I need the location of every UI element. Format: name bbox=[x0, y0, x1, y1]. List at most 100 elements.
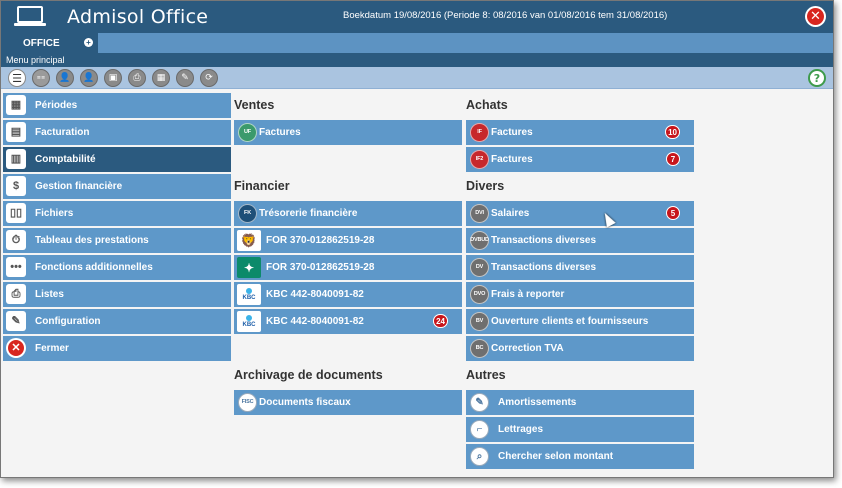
sidebar-item-label: Fermer bbox=[35, 343, 69, 354]
user-manage-icon[interactable]: 👤 bbox=[80, 69, 98, 87]
sidebar-item-fermer[interactable]: ✕ Fermer bbox=[3, 336, 231, 361]
journal-code-icon: FISC bbox=[238, 393, 257, 412]
box-icon[interactable]: ▣ bbox=[104, 69, 122, 87]
tab-office[interactable]: OFFICE + bbox=[1, 33, 98, 53]
calculator-icon[interactable]: ▦ bbox=[152, 69, 170, 87]
achats-factures-if2-button[interactable]: IF2 Factures 7 bbox=[466, 147, 694, 172]
period-info: Boekdatum 19/08/2016 (Periode 8: 08/2016… bbox=[343, 10, 668, 21]
section-title-achats: Achats bbox=[466, 98, 508, 112]
calendar-icon: ▦ bbox=[6, 95, 26, 115]
count-badge: 7 bbox=[666, 152, 680, 166]
transactions-diverses-dv-button[interactable]: DV Transactions diverses bbox=[466, 255, 694, 280]
sidebar-item-fichiers[interactable]: ▯▯ Fichiers bbox=[3, 201, 231, 226]
wrench-icon[interactable]: ✎ bbox=[176, 69, 194, 87]
bank-kbc-2-button[interactable]: KBC KBC 442-8040091-82 24 bbox=[234, 309, 462, 334]
chercher-selon-montant-button[interactable]: ⌕ Chercher selon montant bbox=[466, 444, 694, 469]
bank-kbc-button[interactable]: KBC KBC 442-8040091-82 bbox=[234, 282, 462, 307]
button-label: FOR 370-012862519-28 bbox=[266, 262, 375, 273]
bnp-stars-icon: ✦ bbox=[237, 257, 261, 278]
sidebar-item-fonctions-additionnelles[interactable]: ••• Fonctions additionnelles bbox=[3, 255, 231, 280]
salaires-button[interactable]: DVI Salaires 5 bbox=[466, 201, 694, 226]
sidebar-item-label: Configuration bbox=[35, 316, 101, 327]
correction-tva-button[interactable]: BC Correction TVA bbox=[466, 336, 694, 361]
sidebar-item-comptabilite[interactable]: ▥ Comptabilité bbox=[3, 147, 231, 172]
button-label: Factures bbox=[491, 154, 533, 165]
button-label: Transactions diverses bbox=[491, 235, 597, 246]
help-icon[interactable]: ? bbox=[808, 69, 826, 87]
calendar-text-icon[interactable]: ≡≡ bbox=[32, 69, 50, 87]
user-add-icon[interactable]: 👤 bbox=[56, 69, 74, 87]
sidebar-item-configuration[interactable]: ✎ Configuration bbox=[3, 309, 231, 334]
section-title-financier: Financier bbox=[234, 179, 290, 193]
amortissements-button[interactable]: ✎ Amortissements bbox=[466, 390, 694, 415]
finance-icon: $ bbox=[6, 176, 26, 196]
button-label: Correction TVA bbox=[491, 343, 564, 354]
ouverture-clients-fournisseurs-button[interactable]: BV Ouverture clients et fournisseurs bbox=[466, 309, 694, 334]
bank-ing-button[interactable]: 🦁 FOR 370-012862519-28 bbox=[234, 228, 462, 253]
sidebar: ▦ Périodes ▤ Facturation ▥ Comptabilité … bbox=[3, 93, 231, 363]
transactions-diverses-dvbud-button[interactable]: DVBUD Transactions diverses bbox=[466, 228, 694, 253]
button-label: Chercher selon montant bbox=[498, 451, 614, 462]
ventes-factures-button[interactable]: UF Factures bbox=[234, 120, 462, 145]
journal-code-icon: UF bbox=[238, 123, 257, 142]
list-icon[interactable]: ☰ bbox=[8, 69, 26, 87]
invoice-icon: ▤ bbox=[6, 122, 26, 142]
sidebar-item-gestion-financiere[interactable]: $ Gestion financière bbox=[3, 174, 231, 199]
button-label: Trésorerie financière bbox=[259, 208, 358, 219]
tresorerie-financiere-button[interactable]: FK Trésorerie financière bbox=[234, 201, 462, 226]
app-window: Admisol Office Boekdatum 19/08/2016 (Per… bbox=[0, 0, 834, 478]
documents-fiscaux-button[interactable]: FISC Documents fiscaux bbox=[234, 390, 462, 415]
sidebar-item-label: Tableau des prestations bbox=[35, 235, 149, 246]
lettrages-button[interactable]: ⌐ Lettrages bbox=[466, 417, 694, 442]
sidebar-item-label: Comptabilité bbox=[35, 154, 96, 165]
section-title-divers: Divers bbox=[466, 179, 505, 193]
button-label: Ouverture clients et fournisseurs bbox=[491, 316, 649, 327]
button-label: Salaires bbox=[491, 208, 530, 219]
wrench-icon: ✎ bbox=[6, 311, 26, 331]
tab-bar: OFFICE + bbox=[1, 33, 833, 53]
sidebar-item-listes[interactable]: ⎙ Listes bbox=[3, 282, 231, 307]
sidebar-item-periodes[interactable]: ▦ Périodes bbox=[3, 93, 231, 118]
button-label: FOR 370-012862519-28 bbox=[266, 235, 375, 246]
menu-label: Menu principal bbox=[1, 53, 833, 67]
ledger-icon: ▥ bbox=[6, 149, 26, 169]
button-label: Lettrages bbox=[498, 424, 544, 435]
journal-code-icon: DVO bbox=[470, 285, 489, 304]
button-label: Factures bbox=[259, 127, 301, 138]
sidebar-item-label: Fonctions additionnelles bbox=[35, 262, 153, 273]
kbc-logo-icon: KBC bbox=[237, 311, 261, 332]
close-button[interactable]: ✕ bbox=[805, 6, 826, 27]
journal-code-icon: BV bbox=[470, 312, 489, 331]
button-label: KBC 442-8040091-82 bbox=[266, 289, 364, 300]
title-bar: Admisol Office Boekdatum 19/08/2016 (Per… bbox=[1, 1, 833, 33]
tab-close-icon[interactable]: + bbox=[84, 38, 93, 47]
frais-a-reporter-button[interactable]: DVO Frais à reporter bbox=[466, 282, 694, 307]
kbc-logo-icon: KBC bbox=[237, 284, 261, 305]
kbc-logo-text: KBC bbox=[242, 322, 256, 328]
sidebar-item-tableau-prestations[interactable]: ⏱ Tableau des prestations bbox=[3, 228, 231, 253]
tab-label: OFFICE bbox=[23, 37, 60, 49]
close-icon: ✕ bbox=[6, 338, 26, 358]
sidebar-item-label: Gestion financière bbox=[35, 181, 123, 192]
bank-bnp-button[interactable]: ✦ FOR 370-012862519-28 bbox=[234, 255, 462, 280]
journal-code-icon: DV bbox=[470, 258, 489, 277]
kbc-logo-text: KBC bbox=[242, 295, 256, 301]
button-label: Factures bbox=[491, 127, 533, 138]
button-label: Transactions diverses bbox=[491, 262, 597, 273]
section-title-archivage: Archivage de documents bbox=[234, 368, 383, 382]
journal-code-icon: DVI bbox=[470, 204, 489, 223]
printer-icon[interactable]: ⎙ bbox=[128, 69, 146, 87]
section-title-ventes: Ventes bbox=[234, 98, 275, 112]
section-title-autres: Autres bbox=[466, 368, 506, 382]
count-badge: 24 bbox=[433, 314, 448, 328]
button-label: Frais à reporter bbox=[491, 289, 565, 300]
close-icon: ✕ bbox=[807, 8, 824, 25]
search-icon: ⌕ bbox=[470, 447, 489, 466]
button-label: Amortissements bbox=[498, 397, 577, 408]
refresh-icon[interactable]: ⟳ bbox=[200, 69, 218, 87]
sidebar-item-label: Périodes bbox=[35, 100, 78, 111]
achats-factures-if-button[interactable]: IF Factures 10 bbox=[466, 120, 694, 145]
sidebar-item-label: Listes bbox=[35, 289, 64, 300]
sidebar-item-facturation[interactable]: ▤ Facturation bbox=[3, 120, 231, 145]
journal-code-icon: FK bbox=[238, 204, 257, 223]
